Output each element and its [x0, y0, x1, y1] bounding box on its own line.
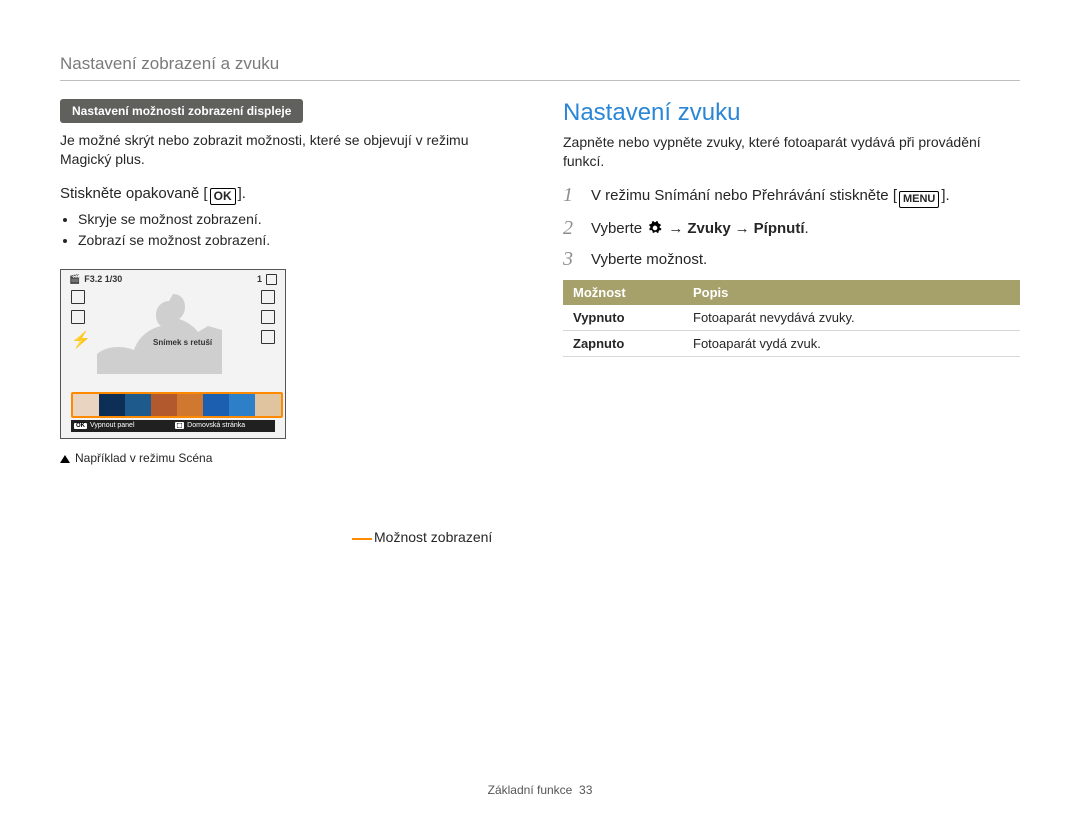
step-row: 1 V režimu Snímání nebo Přehrávání stisk… [563, 185, 1020, 208]
step-text: V režimu Snímání nebo Přehrávání stiskně… [591, 187, 897, 204]
step-body: Vyberte možnost. [591, 249, 707, 270]
callout-label: Možnost zobrazení [374, 529, 492, 545]
step-text-post: . [805, 220, 809, 237]
footer-page-number: 33 [579, 783, 592, 797]
step-number: 2 [563, 218, 577, 238]
thumb [99, 394, 125, 416]
home-key-glyph: ⬚ [175, 422, 185, 429]
movie-icon [261, 290, 275, 304]
step-text: Vyberte možnost. [591, 251, 707, 268]
path-segment: Zvuky [687, 220, 730, 237]
screenshot-caption: Například v režimu Scéna [60, 451, 517, 465]
step-body: V režimu Snímání nebo Přehrávání stiskně… [591, 185, 950, 208]
thumb [151, 394, 177, 416]
arrow-glyph: → [668, 220, 683, 237]
step-row: 2 Vyberte →Zvuky→Pípnutí. [563, 218, 1020, 239]
press-label-pre: Stiskněte opakovaně [ [60, 185, 208, 202]
panel-off-label: Vypnout panel [90, 422, 135, 429]
caption-text: Například v režimu Scéna [75, 451, 212, 465]
option-desc: Fotoaparát vydá zvuk. [683, 330, 1020, 356]
bullet-item: Zobrazí se možnost zobrazení. [78, 230, 517, 251]
flower-icon [261, 330, 275, 344]
option-name: Vypnuto [563, 305, 683, 331]
page-footer: Základní funkce 33 [0, 783, 1080, 797]
thumb [73, 394, 99, 416]
options-table: Možnost Popis Vypnuto Fotoaparát nevydáv… [563, 280, 1020, 357]
steps-list: 1 V režimu Snímání nebo Přehrávání stisk… [563, 185, 1020, 270]
thumb [255, 394, 281, 416]
left-column: Nastavení možnosti zobrazení displeje Je… [60, 99, 517, 465]
step-text: Vyberte [591, 220, 646, 237]
title-rule [60, 80, 1020, 81]
thumb [125, 394, 151, 416]
thumb [229, 394, 255, 416]
table-row: Zapnuto Fotoaparát vydá zvuk. [563, 330, 1020, 356]
triangle-up-icon [60, 455, 70, 463]
screenshot-bottombar: OKVypnout panel ⬚Domovská stránka [71, 420, 275, 432]
step-number: 3 [563, 249, 577, 269]
menu-button-glyph: MENU [899, 191, 939, 208]
callout-connector [352, 538, 372, 540]
intro-text: Je možné skrýt nebo zobrazit možnosti, k… [60, 131, 517, 169]
path-segment: Pípnutí [754, 220, 805, 237]
thumb [177, 394, 203, 416]
step-body: Vyberte →Zvuky→Pípnutí. [591, 218, 809, 239]
ok-key-glyph: OK [74, 423, 87, 429]
arrow-glyph: → [735, 220, 750, 237]
page-title: Nastavení zobrazení a zvuku [60, 54, 1020, 74]
subsection-pill: Nastavení možnosti zobrazení displeje [60, 99, 303, 123]
gear-icon [648, 220, 662, 234]
mode-icon: 🎬 [69, 274, 80, 285]
home-label: Domovská stránka [187, 422, 245, 429]
ok-button-glyph: OK [210, 188, 236, 205]
table-header-row: Možnost Popis [563, 280, 1020, 305]
press-label-post: ]. [238, 185, 246, 202]
bullet-list: Skryje se možnost zobrazení. Zobrazí se … [78, 209, 517, 251]
footer-section: Základní funkce [488, 783, 573, 797]
right-icon-column [261, 290, 275, 344]
thumbnail-strip [71, 392, 283, 418]
exposure-readout: F3.2 1/30 [84, 274, 122, 284]
step-text-post: ]. [941, 187, 949, 204]
right-column: Nastavení zvuku Zapněte nebo vypněte zvu… [563, 99, 1020, 465]
count-readout: 1 [257, 274, 262, 284]
option-name: Zapnuto [563, 330, 683, 356]
silhouette-preview [97, 286, 257, 374]
section-intro: Zapněte nebo vypněte zvuky, které fotoap… [563, 133, 1020, 171]
left-icon-column: ⚡ [71, 290, 85, 342]
option-desc: Fotoaparát nevydává zvuky. [683, 305, 1020, 331]
press-instruction: Stiskněte opakovaně [OK]. [60, 185, 517, 205]
step-row: 3 Vyberte možnost. [563, 249, 1020, 270]
grid-icon [71, 290, 85, 304]
exposure-icon: ⚡ [71, 330, 83, 342]
section-heading: Nastavení zvuku [563, 99, 1020, 127]
bullet-item: Skryje se možnost zobrazení. [78, 209, 517, 230]
target-icon [71, 310, 85, 324]
table-header: Možnost [563, 280, 683, 305]
table-row: Vypnuto Fotoaparát nevydává zvuky. [563, 305, 1020, 331]
thumb [203, 394, 229, 416]
screenshot-badge: Snímek s retuší [153, 338, 212, 347]
flash-icon [261, 310, 275, 324]
table-header: Popis [683, 280, 1020, 305]
screenshot-topbar: 🎬 F3.2 1/30 1 [67, 274, 279, 285]
step-number: 1 [563, 185, 577, 205]
camera-screenshot: 🎬 F3.2 1/30 1 ⚡ [60, 269, 286, 439]
battery-icon [266, 274, 277, 285]
